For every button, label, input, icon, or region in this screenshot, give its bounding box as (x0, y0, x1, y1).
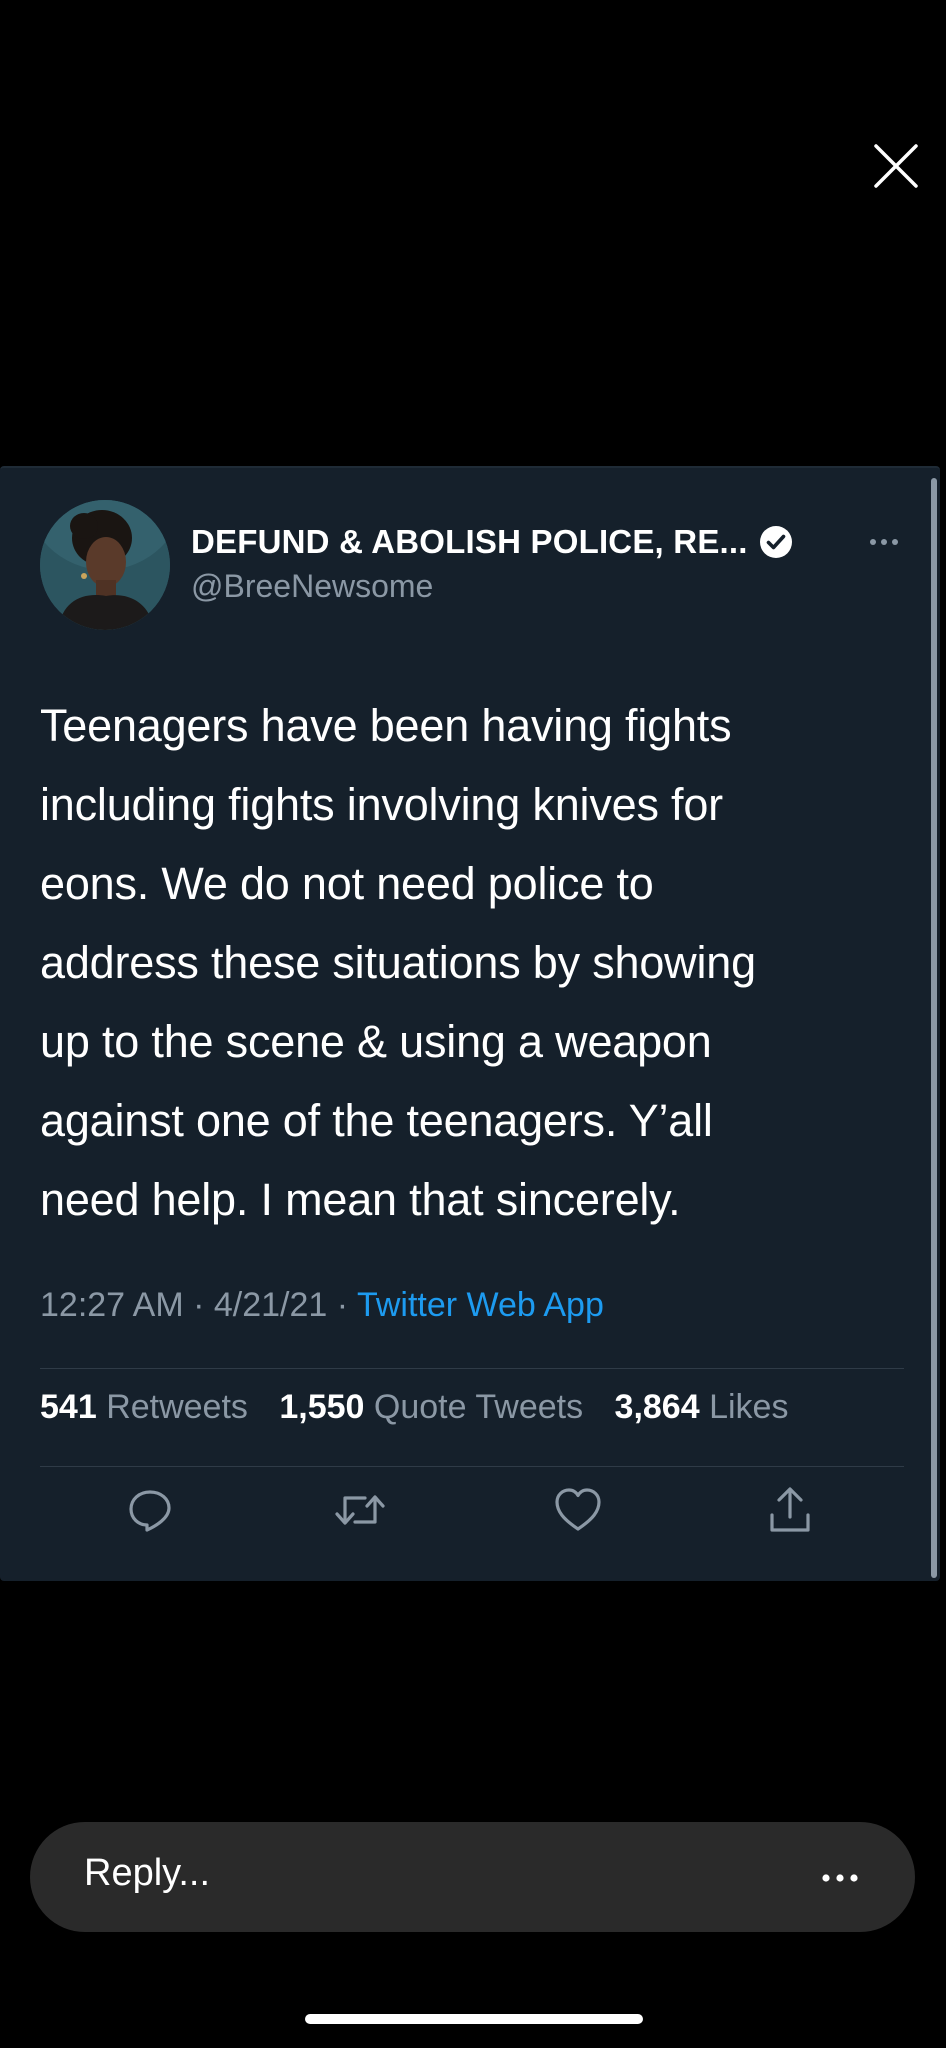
reply-input[interactable]: Reply... (84, 1852, 210, 1895)
tweet-source-link[interactable]: Twitter Web App (357, 1286, 604, 1324)
like-button[interactable] (550, 1482, 606, 1538)
meta-separator: · (183, 1286, 214, 1324)
tweet-time[interactable]: 12:27 AM (40, 1286, 184, 1324)
tweet-meta: 12:27 AM · 4/21/21 · Twitter Web App (40, 1286, 604, 1325)
meta-separator: · (327, 1286, 357, 1324)
quote-tweets-label: Quote Tweets (373, 1388, 584, 1426)
retweets-label: Retweets (106, 1388, 248, 1426)
author-row: DEFUND & ABOLISH POLICE, RE... (191, 520, 794, 564)
display-name[interactable]: DEFUND & ABOLISH POLICE, RE... (191, 523, 748, 561)
avatar[interactable] (40, 500, 170, 630)
quote-tweets-count: 1,550 (279, 1388, 365, 1426)
more-options-button[interactable] (866, 528, 902, 556)
tweet-text: Teenagers have been having fights includ… (40, 700, 756, 1225)
quote-tweets-stat[interactable]: 1,550 Quote Tweets (279, 1388, 583, 1426)
more-horizontal-icon (822, 1874, 858, 1882)
likes-label: Likes (709, 1388, 789, 1426)
reply-bar[interactable]: Reply... (30, 1822, 915, 1932)
divider (40, 1368, 904, 1369)
retweets-count: 541 (40, 1388, 97, 1426)
verified-badge-icon (759, 526, 792, 558)
divider (40, 1466, 904, 1467)
reply-icon (129, 1490, 171, 1532)
heart-icon (555, 1488, 601, 1531)
more-horizontal-icon (870, 539, 898, 545)
tweet-stats: 541 Retweets 1,550 Quote Tweets 3,864 Li… (40, 1388, 810, 1427)
close-icon (874, 144, 918, 188)
share-button[interactable] (762, 1482, 818, 1538)
scroll-indicator (931, 478, 937, 1578)
retweet-button[interactable] (332, 1482, 388, 1538)
close-button[interactable] (868, 138, 924, 194)
tweet-date[interactable]: 4/21/21 (214, 1286, 327, 1324)
user-handle[interactable]: @BreeNewsome (191, 568, 433, 605)
tweet-card: DEFUND & ABOLISH POLICE, RE... @BreeNews… (0, 466, 940, 1581)
likes-count: 3,864 (614, 1388, 700, 1426)
reply-button[interactable] (122, 1482, 178, 1538)
likes-stat[interactable]: 3,864 Likes (615, 1388, 789, 1426)
share-icon (770, 1487, 810, 1532)
home-indicator[interactable] (305, 2014, 643, 2024)
reply-more-button[interactable] (810, 1858, 870, 1898)
profile-photo (40, 500, 170, 630)
retweets-stat[interactable]: 541 Retweets (40, 1388, 248, 1426)
retweet-icon (335, 1495, 385, 1525)
